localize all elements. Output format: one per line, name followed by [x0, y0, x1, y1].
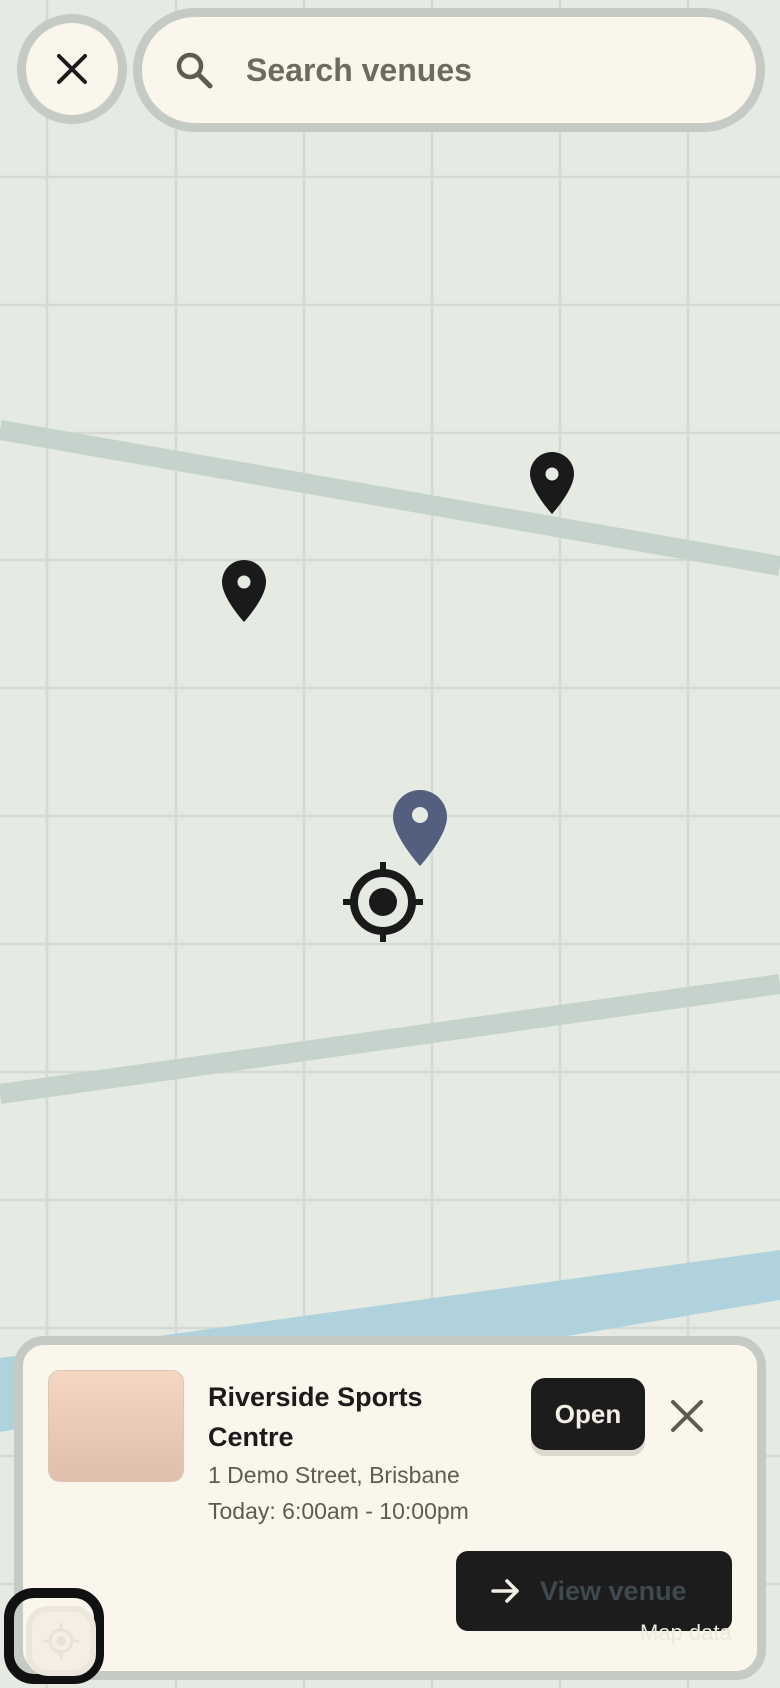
close-map-button[interactable]	[17, 14, 127, 124]
close-icon	[57, 54, 87, 84]
close-card-icon[interactable]	[665, 1394, 709, 1438]
map-pin-icon[interactable]	[222, 560, 266, 622]
search-icon	[176, 52, 213, 89]
map-attribution: Map data	[640, 1620, 732, 1645]
map-screen: Riverside Sports Centre 1 Demo Street, B…	[0, 0, 780, 1688]
view-venue-label: View venue	[540, 1575, 687, 1606]
status-badge: Open	[531, 1378, 645, 1450]
locate-button-face	[26, 1606, 96, 1676]
locate-me-button[interactable]	[4, 1588, 104, 1684]
search-bar[interactable]	[133, 8, 765, 132]
search-input[interactable]	[246, 51, 666, 89]
crosshair-icon	[343, 862, 423, 942]
view-venue-button[interactable]: View venue	[456, 1551, 732, 1631]
arrow-right-icon	[491, 1579, 519, 1603]
map-pin-icon[interactable]	[530, 452, 574, 514]
venue-name: Riverside Sports Centre	[208, 1382, 423, 1452]
venue-thumbnail[interactable]	[48, 1370, 184, 1482]
venue-address: 1 Demo Street, Brisbane	[208, 1462, 460, 1488]
locate-icon	[43, 1623, 79, 1659]
selected-map-pin-icon[interactable]	[393, 790, 447, 866]
venue-hours: Today: 6:00am - 10:00pm	[208, 1498, 469, 1524]
